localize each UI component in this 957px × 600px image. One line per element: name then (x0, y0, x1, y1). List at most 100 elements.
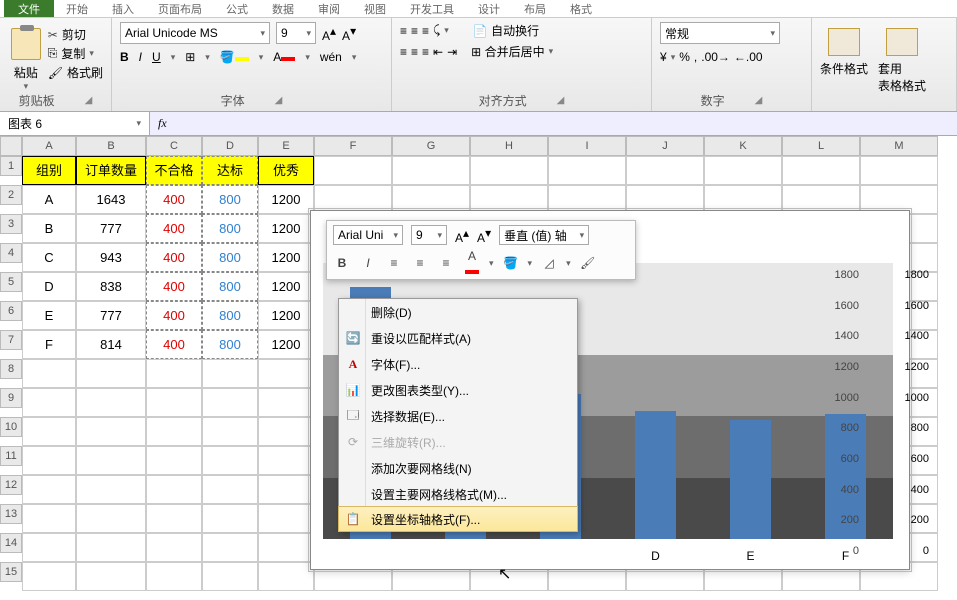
col-header[interactable]: B (76, 136, 146, 156)
cell[interactable] (704, 156, 782, 185)
cell[interactable] (782, 156, 860, 185)
tab-review[interactable]: 审阅 (306, 1, 352, 17)
cell[interactable] (258, 417, 314, 446)
cell[interactable]: 777 (76, 301, 146, 330)
cell[interactable] (146, 533, 202, 562)
mini-axis-combo[interactable]: 垂直 (值) 轴▾ (499, 225, 589, 245)
row-header[interactable]: 13 (0, 504, 22, 524)
cell[interactable] (202, 388, 258, 417)
cell[interactable] (258, 504, 314, 533)
align-center-icon[interactable]: ≡ (411, 45, 418, 59)
cell[interactable] (22, 533, 76, 562)
cell[interactable]: E (22, 301, 76, 330)
indent-inc-icon[interactable]: ⇥ (447, 45, 457, 59)
ctx-select-data[interactable]: 🗔选择数据(E)... (339, 403, 577, 429)
cell[interactable]: 400 (146, 214, 202, 243)
align-left-icon[interactable]: ≡ (400, 45, 407, 59)
number-format-combo[interactable]: 常规▾ (660, 22, 780, 44)
cell[interactable] (860, 156, 938, 185)
cell[interactable] (202, 446, 258, 475)
row-header[interactable]: 4 (0, 243, 22, 263)
cell[interactable] (76, 475, 146, 504)
cell[interactable]: A (22, 185, 76, 214)
cell[interactable] (258, 533, 314, 562)
cell[interactable] (146, 562, 202, 591)
cell[interactable] (22, 475, 76, 504)
col-header[interactable]: H (470, 136, 548, 156)
cell[interactable] (146, 475, 202, 504)
mini-align-center-icon[interactable]: ≡ (411, 256, 429, 270)
cell[interactable]: D (22, 272, 76, 301)
cell[interactable] (76, 562, 146, 591)
row-header[interactable]: 6 (0, 301, 22, 321)
mini-brush-icon[interactable]: 🖌 (579, 256, 597, 270)
cell[interactable]: 1200 (258, 243, 314, 272)
ctx-format-axis[interactable]: 📋设置坐标轴格式(F)... (338, 506, 578, 532)
cell[interactable] (202, 562, 258, 591)
cell[interactable] (146, 359, 202, 388)
cell[interactable]: 不合格 (146, 156, 202, 185)
cell[interactable]: 943 (76, 243, 146, 272)
cell[interactable] (76, 446, 146, 475)
paste-button[interactable]: 粘贴 ▾ (8, 22, 44, 92)
col-header[interactable]: I (548, 136, 626, 156)
row-header[interactable]: 5 (0, 272, 22, 292)
cell[interactable] (202, 504, 258, 533)
mini-align-left-icon[interactable]: ≡ (385, 256, 403, 270)
cell[interactable] (146, 417, 202, 446)
cell[interactable]: 814 (76, 330, 146, 359)
phonetic-button[interactable]: wén (320, 50, 342, 64)
cell[interactable]: 1643 (76, 185, 146, 214)
merge-button[interactable]: ⊞ 合并后居中 (471, 43, 544, 60)
tab-formula[interactable]: 公式 (214, 1, 260, 17)
tab-layout2[interactable]: 布局 (512, 1, 558, 17)
col-header[interactable]: F (314, 136, 392, 156)
cell[interactable]: 400 (146, 243, 202, 272)
tab-layout[interactable]: 页面布局 (146, 1, 214, 17)
border-button[interactable]: ⊞ (185, 50, 195, 64)
ctx-add-gridlines[interactable]: 添加次要网格线(N) (339, 455, 577, 481)
name-box[interactable]: 图表 6▾ (0, 112, 150, 135)
cut-button[interactable]: ✂剪切 (48, 26, 103, 43)
col-header[interactable]: A (22, 136, 76, 156)
cell[interactable]: 400 (146, 330, 202, 359)
expand-icon[interactable]: ◢ (557, 95, 565, 106)
ctx-reset[interactable]: 🔄重设以匹配样式(A) (339, 325, 577, 351)
cell[interactable]: 800 (202, 185, 258, 214)
chart-bar[interactable] (730, 420, 772, 539)
tab-design[interactable]: 设计 (466, 1, 512, 17)
cell[interactable]: 达标 (202, 156, 258, 185)
tab-dev[interactable]: 开发工具 (398, 1, 466, 17)
cell[interactable] (258, 562, 314, 591)
italic-button[interactable]: I (139, 50, 142, 64)
cell[interactable]: 1200 (258, 272, 314, 301)
cell[interactable] (22, 504, 76, 533)
percent-icon[interactable]: % (679, 50, 690, 64)
col-header[interactable]: E (258, 136, 314, 156)
cell[interactable]: 1200 (258, 214, 314, 243)
cell[interactable]: 800 (202, 272, 258, 301)
currency-icon[interactable]: ¥ (660, 50, 667, 64)
mini-italic-button[interactable]: I (359, 256, 377, 270)
cell[interactable]: 800 (202, 330, 258, 359)
col-header[interactable]: J (626, 136, 704, 156)
shrink-font-icon[interactable]: A▾ (342, 24, 356, 43)
mini-font-combo[interactable]: Arial Uni▾ (333, 225, 403, 245)
cell[interactable]: 800 (202, 243, 258, 272)
cell[interactable]: B (22, 214, 76, 243)
expand-icon[interactable]: ◢ (755, 95, 763, 106)
cell[interactable] (258, 388, 314, 417)
cell[interactable] (146, 446, 202, 475)
chart-bar[interactable] (635, 411, 677, 539)
indent-dec-icon[interactable]: ⇤ (433, 45, 443, 59)
col-header[interactable]: D (202, 136, 258, 156)
cell[interactable] (258, 475, 314, 504)
conditional-format-button[interactable]: 条件格式 (820, 28, 868, 94)
shrink-font-icon[interactable]: A▾ (477, 226, 491, 245)
mini-font-color-button[interactable]: A (463, 249, 481, 277)
cell[interactable] (22, 359, 76, 388)
chart-x-axis[interactable]: DEF (323, 549, 893, 563)
cell[interactable]: 400 (146, 185, 202, 214)
mini-bold-button[interactable]: B (333, 256, 351, 270)
cell[interactable] (258, 359, 314, 388)
